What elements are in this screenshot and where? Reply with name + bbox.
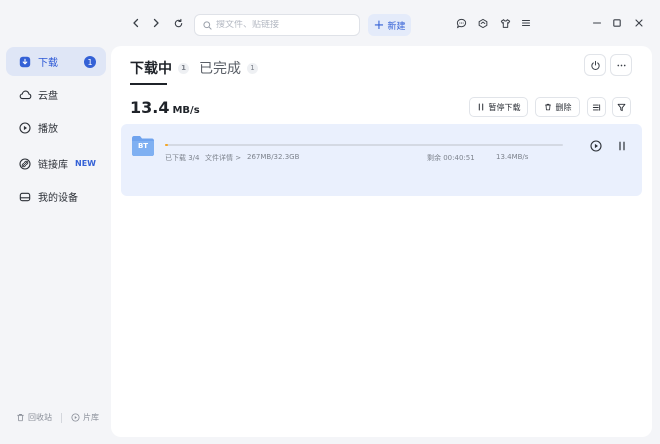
sidebar-footer: 回收站 片库 [16,412,99,423]
chevron-left-icon [133,18,139,28]
refresh-button[interactable] [169,14,187,32]
refresh-icon [174,18,182,27]
sidebar-item-label: 链接库 [38,160,68,171]
sidebar-item-play[interactable]: 播放 [6,113,106,142]
more-dots-icon [616,64,626,66]
recycle-bin-button[interactable]: 回收站 [16,412,52,423]
task-speed: 13.4MB/s [496,153,529,161]
skin-button[interactable] [496,14,514,32]
sidebar: 下载 1 云盘 播放 链接库 NEW 我的设备 回收站 片库 [0,46,110,444]
total-speed: 13.4 MB/s [130,98,200,117]
delete-button[interactable]: 删除 [535,97,580,117]
cloud-sync-button[interactable] [474,14,492,32]
tab-count-badge: 1 [247,62,258,74]
pause-all-button[interactable]: 暂停下载 [469,97,528,117]
sidebar-item-label: 下载 [38,58,58,69]
task-play-button[interactable] [589,139,603,153]
play-circle-icon [18,121,32,135]
download-icon [18,55,32,69]
task-progress-fill [165,144,169,146]
sort-lines-icon [592,103,601,111]
sidebar-item-label: 我的设备 [38,193,78,204]
task-pause-button[interactable] [615,139,629,153]
tab-label: 下载中 [130,61,172,77]
sidebar-item-label: 云盘 [38,91,58,102]
minimize-button[interactable] [588,14,606,32]
tab-completed[interactable]: 已完成 1 [199,58,258,78]
tab-downloading[interactable]: 下载中 1 [130,58,189,78]
minimize-icon [592,22,602,24]
device-icon [18,190,32,204]
trash-icon [544,103,551,111]
close-button[interactable] [630,14,648,32]
pause-all-label: 暂停下载 [488,102,521,112]
more-options-button[interactable] [610,54,632,76]
new-button-label: 新建 [387,21,406,32]
footer-divider [61,412,62,423]
back-button[interactable] [127,14,145,32]
recycle-bin-label: 回收站 [28,413,52,422]
active-tab-indicator [130,83,167,85]
link-icon [18,157,32,171]
cloud-sync-icon [478,18,488,28]
new-tag: NEW [75,159,96,168]
menu-button[interactable] [517,14,535,32]
filter-icon [617,103,626,111]
sidebar-item-link-library[interactable]: 链接库 NEW [6,149,106,178]
download-count-badge: 1 [84,56,96,68]
maximize-icon [613,19,621,27]
chevron-right-icon [153,18,159,28]
plus-icon: + [373,17,385,33]
task-size: 267MB/32.3GB [247,153,300,161]
app-window: + 新建 下载 1 [0,0,660,444]
play-circle-icon [590,140,602,152]
tab-label: 已完成 [199,61,241,77]
trash-icon [17,414,24,422]
speed-value: 13.4 [130,98,170,117]
file-type-label: BT [137,142,149,150]
sidebar-item-my-devices[interactable]: 我的设备 [6,182,106,211]
main-panel: 下载中 1 已完成 1 13.4 MB/s 暂停下载 删除 BT 已下载 3/4… [111,46,652,437]
sidebar-item-cloud[interactable]: 云盘 [6,80,106,109]
new-button[interactable]: + 新建 [368,14,411,36]
library-label: 片库 [83,413,99,422]
search-box[interactable] [194,14,360,36]
speed-unit: MB/s [172,105,200,116]
pause-icon [619,141,625,151]
file-details-link[interactable]: 文件详情 > [205,153,241,163]
hamburger-menu-icon [521,19,531,27]
tab-count-badge: 1 [178,62,189,74]
downloaded-files-count: 已下载 3/4 [165,154,200,162]
film-library-icon [71,413,80,422]
cloud-icon [18,88,32,102]
power-button[interactable] [584,54,606,76]
download-task-row[interactable]: BT 已下载 3/4 文件详情 > 267MB/32.3GB 剩余 00:40:… [121,124,642,196]
sidebar-item-download[interactable]: 下载 1 [6,47,106,76]
pause-icon [478,103,483,111]
shirt-icon [500,18,510,28]
task-progress-bar [165,144,563,146]
bt-folder-icon: BT [131,135,155,157]
forward-button[interactable] [147,14,165,32]
delete-label: 删除 [555,102,572,112]
sidebar-item-label: 播放 [38,124,58,135]
maximize-button[interactable] [608,14,626,32]
close-icon [635,19,643,27]
top-bar: + 新建 [0,0,660,46]
search-icon [203,20,212,30]
sort-button[interactable] [587,97,606,117]
chat-bubble-icon [456,18,466,28]
filter-button[interactable] [612,97,631,117]
search-input[interactable] [216,20,346,30]
time-remaining: 剩余 00:40:51 [427,154,475,162]
library-button[interactable]: 片库 [71,412,99,423]
power-icon [590,60,600,70]
message-button[interactable] [452,14,470,32]
